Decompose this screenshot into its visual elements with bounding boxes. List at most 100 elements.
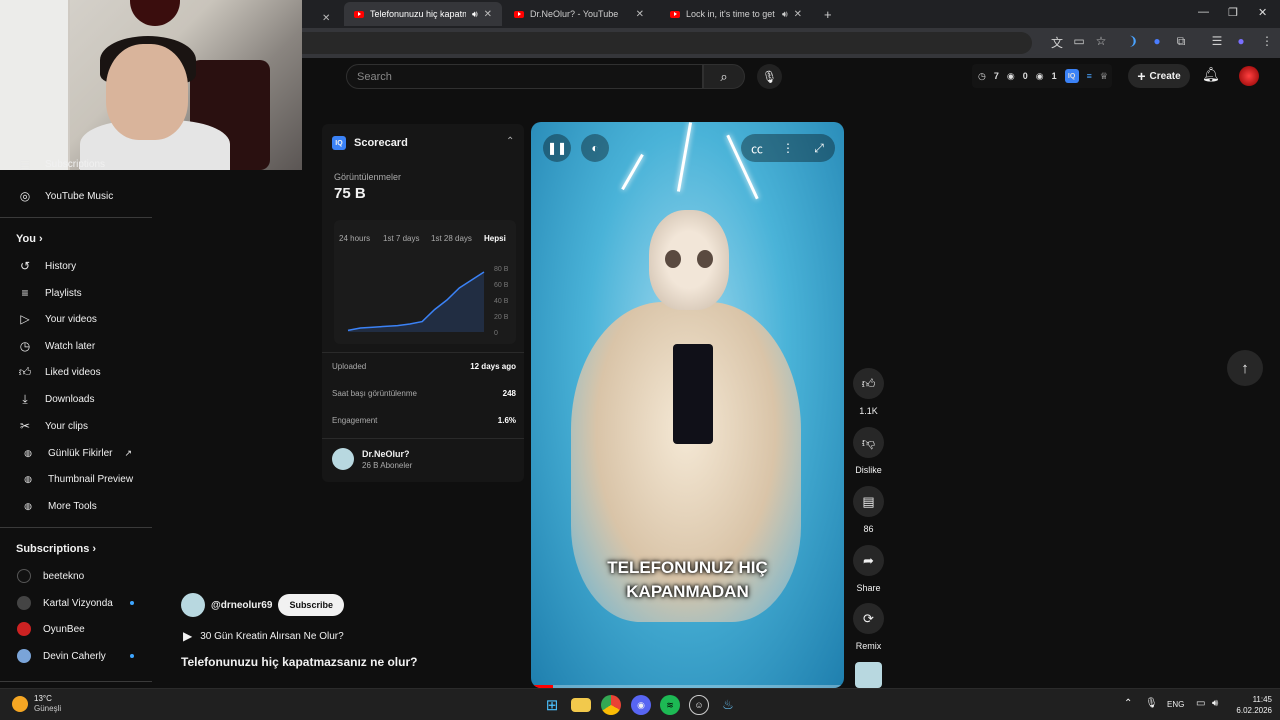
language-indicator[interactable]: ENG	[1167, 700, 1184, 709]
discord-icon[interactable]: ◉	[631, 695, 651, 715]
captions-icon[interactable]: ㏄	[743, 134, 771, 162]
sidebar-sub-kartal-vizyonda[interactable]: Kartal Vizyonda	[0, 590, 152, 616]
sound-thumbnail[interactable]	[855, 662, 882, 688]
weather-icon[interactable]	[12, 696, 28, 712]
clock[interactable]: 11:45 6.02.2026	[1228, 694, 1272, 716]
chevron-up-icon[interactable]: ⌃	[1124, 698, 1132, 709]
speaker-icon[interactable]: 🔊︎	[782, 9, 788, 20]
create-button[interactable]: + Create	[1128, 64, 1190, 88]
sidebar-item-playlists[interactable]: ≡ Playlists	[0, 280, 152, 306]
playlist-link[interactable]: ▶ 30 Gün Kreatin Alırsan Ne Olur?	[183, 629, 344, 643]
sidebar-item-your-videos[interactable]: ▷ Your videos	[0, 306, 152, 332]
subscribe-button[interactable]: Subscribe	[278, 594, 344, 616]
extension-icon[interactable]: ●	[1148, 34, 1166, 48]
sidebar-item-thumbnail-preview[interactable]: ◍ Thumbnail Preview	[0, 466, 152, 492]
speaker-icon[interactable]: 🔊︎	[472, 9, 478, 20]
tab-2[interactable]: Dr.NeOlur? - YouTube ✕	[504, 2, 654, 26]
sidebar-item-your-clips[interactable]: ✂ Your clips	[0, 413, 152, 439]
extension-icon[interactable]: ❩	[1124, 34, 1142, 48]
close-icon[interactable]: ✕	[484, 9, 492, 20]
scorecard-header[interactable]: IQ Scorecard	[332, 136, 408, 150]
share-icon: ➦	[853, 545, 884, 576]
iq-icon[interactable]: IQ	[1064, 69, 1079, 83]
sidebar-sub-devin-caherly[interactable]: Devin Caherly	[0, 643, 152, 669]
cast-icon[interactable]: ▭	[1070, 34, 1088, 48]
minimize-icon[interactable]: —	[1198, 6, 1209, 18]
sidebar-item-subscriptions[interactable]: ▤ Subscriptions	[0, 156, 152, 172]
you-heading[interactable]: You ›	[16, 233, 43, 245]
channel-avatar	[17, 596, 31, 610]
sidebar-item-downloads[interactable]: ⤓ Downloads	[0, 386, 152, 412]
sidebar-item-liked-videos[interactable]: 👍︎ Liked videos	[0, 359, 152, 385]
steam-icon[interactable]: ♨	[718, 695, 738, 715]
sidebar-item-history[interactable]: ↺ History	[0, 253, 152, 279]
remix-button[interactable]: ⟳ Remix	[853, 603, 884, 651]
voice-search-button[interactable]: 🎙︎	[757, 64, 782, 89]
external-link-icon: ↗	[124, 447, 133, 458]
close-icon[interactable]: ✕	[636, 9, 644, 20]
sidebar-item-gunluk-fikirler[interactable]: ◍ Günlük Fikirler ↗	[0, 440, 152, 466]
search-button[interactable]: ⌕	[703, 64, 745, 89]
menu-lines-icon[interactable]: ☰	[1208, 34, 1226, 48]
fullscreen-icon[interactable]: ⤢	[805, 134, 833, 162]
restore-icon[interactable]: ❐	[1228, 6, 1238, 19]
scorecard-channel[interactable]: Dr.NeOlur? 26 B Aboneler	[332, 448, 412, 470]
sidebar-sub-beetekno[interactable]: beetekno	[0, 563, 152, 589]
dislike-button[interactable]: 👎︎ Dislike	[853, 427, 884, 475]
pause-button[interactable]: ❚❚	[543, 134, 571, 162]
scroll-up-button[interactable]: ↑	[1227, 350, 1263, 386]
volume-button[interactable]: ◐	[581, 134, 609, 162]
eye-icon: ◉	[1006, 70, 1015, 81]
list-icon[interactable]: ≡	[1087, 71, 1092, 81]
sidebar-item-watch-later[interactable]: ◷ Watch later	[0, 333, 152, 359]
channel-avatar	[17, 569, 31, 583]
translate-icon[interactable]: 文	[1048, 34, 1066, 51]
new-tab-button[interactable]: +	[818, 2, 838, 26]
tab-3[interactable]: Lock in, it's time to get sh*t 🔊︎ ✕	[660, 2, 812, 26]
kebab-menu-icon[interactable]: ⋮	[1258, 34, 1276, 48]
sidebar-sub-oyunbee[interactable]: OyunBee	[0, 616, 152, 642]
comment-icon: ▤	[853, 486, 884, 517]
sidebar-item-more-tools[interactable]: ◍ More Tools	[0, 493, 152, 519]
more-options-icon[interactable]: ⋮	[774, 134, 802, 162]
weather-widget[interactable]: 13°C Güneşli	[34, 694, 61, 714]
tab-label: Dr.NeOlur? - YouTube	[530, 9, 619, 19]
avatar[interactable]	[1239, 66, 1259, 86]
channel-avatar	[17, 649, 31, 663]
shorts-video-player[interactable]: TELEFONUNUZ HIÇ KAPANMADAN ❚❚ ◐ ㏄ ⋮ ⤢	[531, 122, 844, 688]
like-button[interactable]: 👍︎ 1.1K	[853, 368, 884, 416]
video-channel-row: @drneolur69 Subscribe	[181, 593, 344, 617]
thumbs-up-icon: 👍︎	[18, 364, 32, 379]
chrome-icon[interactable]	[601, 695, 621, 715]
close-icon[interactable]: ✕	[794, 9, 802, 20]
microphone-icon[interactable]: 🎙︎	[1145, 698, 1158, 709]
window-close-icon[interactable]: ✕	[1258, 6, 1267, 19]
puzzle-icon[interactable]: ⧉	[1172, 34, 1190, 49]
metric-value: 75 B	[334, 185, 366, 202]
search-input[interactable]: Search	[346, 64, 703, 89]
windows-start-icon[interactable]: ⊞	[542, 695, 562, 715]
comments-button[interactable]: ▤ 86	[853, 486, 884, 534]
address-bar[interactable]	[302, 32, 1032, 54]
file-explorer-icon[interactable]	[571, 698, 591, 712]
extension-stats[interactable]: ◷ 7 ◉ 0 ◉ 1 IQ ≡ ♕	[972, 64, 1112, 88]
subscriptions-heading[interactable]: Subscriptions ›	[16, 543, 96, 555]
sidebar-item-label: YouTube Music	[45, 190, 114, 202]
trophy-icon[interactable]: ♕	[1100, 71, 1108, 82]
channel-handle[interactable]: @drneolur69	[211, 600, 272, 611]
share-button[interactable]: ➦ Share	[853, 545, 884, 593]
display-icon[interactable]: ▭	[1196, 698, 1205, 709]
volume-icon[interactable]: 🔊︎	[1212, 698, 1218, 709]
sidebar-item-label: Subscriptions	[45, 158, 106, 170]
spotify-icon[interactable]: ≋	[660, 695, 680, 715]
clock-icon: ◷	[978, 70, 986, 81]
close-icon[interactable]: ✕	[322, 6, 330, 30]
chevron-up-icon[interactable]: ⌃	[506, 136, 514, 147]
bookmark-star-icon[interactable]: ☆	[1092, 34, 1110, 48]
tab-1[interactable]: Telefonunuzu hiç kapatmaz 🔊︎ ✕	[344, 2, 502, 26]
app-icon[interactable]: ☺	[689, 695, 709, 715]
channel-avatar[interactable]	[181, 593, 205, 617]
sidebar-item-youtube-music[interactable]: ◎ YouTube Music	[0, 183, 152, 209]
notifications-icon[interactable]: 🔔︎	[1202, 66, 1220, 83]
profile-icon[interactable]: ●	[1232, 34, 1250, 48]
